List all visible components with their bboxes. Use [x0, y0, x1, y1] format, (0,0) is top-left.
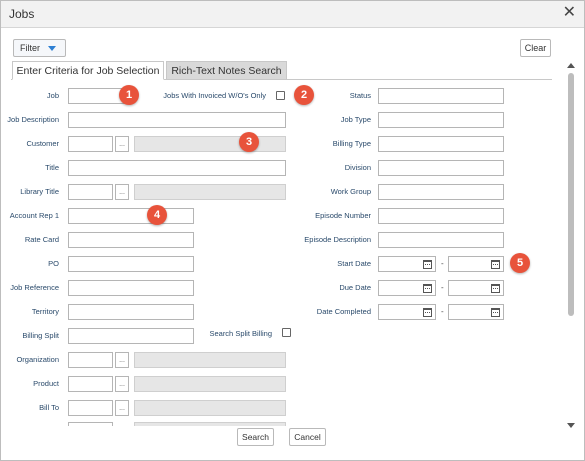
territory-label: Territory — [31, 307, 59, 316]
customer-browse-button[interactable]: ... — [115, 136, 129, 152]
date-completed-to-input[interactable] — [448, 304, 504, 320]
date-completed-label: Date Completed — [316, 307, 371, 316]
library-title-label: Library Title — [20, 187, 59, 196]
due-date-from-input[interactable] — [378, 280, 436, 296]
filter-button[interactable]: Filter — [13, 39, 66, 57]
episode-description-input[interactable] — [378, 232, 504, 248]
job-reference-input[interactable] — [68, 280, 194, 296]
due-date-to-input[interactable] — [448, 280, 504, 296]
customer-name-display — [134, 136, 286, 152]
po-input[interactable] — [68, 256, 194, 272]
date-range-separator: - — [441, 307, 444, 316]
next-row-input[interactable] — [68, 422, 113, 426]
rate-card-label: Rate Card — [24, 235, 59, 244]
organization-label: Organization — [16, 355, 59, 364]
library-title-display — [134, 184, 286, 200]
start-date-from-input[interactable] — [378, 256, 436, 272]
scroll-thumb[interactable] — [568, 73, 574, 316]
billing-split-input[interactable] — [68, 328, 194, 344]
library-title-input[interactable] — [68, 184, 113, 200]
next-row-display — [134, 422, 286, 426]
date-completed-from-input[interactable] — [378, 304, 436, 320]
rate-card-input[interactable] — [68, 232, 194, 248]
billing-split-label: Billing Split — [22, 331, 59, 340]
episode-description-label: Episode Description — [304, 235, 371, 244]
product-browse-button[interactable]: ... — [115, 376, 129, 392]
calendar-icon[interactable] — [491, 308, 500, 317]
billing-type-label: Billing Type — [332, 139, 371, 148]
organization-input[interactable] — [68, 352, 113, 368]
calendar-icon[interactable] — [423, 284, 432, 293]
product-label: Product — [33, 379, 59, 388]
due-date-label: Due Date — [339, 283, 371, 292]
cancel-button[interactable]: Cancel — [289, 428, 326, 446]
work-group-input[interactable] — [378, 184, 504, 200]
clear-button[interactable]: Clear — [520, 39, 551, 57]
job-description-input[interactable] — [68, 112, 286, 128]
callout-marker-3: 3 — [239, 132, 259, 152]
division-input[interactable] — [378, 160, 504, 176]
filter-label: Filter — [20, 43, 40, 53]
bill-to-label: Bill To — [39, 403, 59, 412]
product-input[interactable] — [68, 376, 113, 392]
calendar-icon[interactable] — [423, 308, 432, 317]
job-label: Job — [46, 91, 59, 100]
scroll-down-arrow-icon[interactable] — [567, 423, 575, 428]
customer-input[interactable] — [68, 136, 113, 152]
customer-label: Customer — [26, 139, 59, 148]
tab-rich-text-notes-search[interactable]: Rich-Text Notes Search — [166, 61, 287, 80]
callout-marker-4: 4 — [147, 205, 167, 225]
account-rep-label: Account Rep 1 — [9, 211, 59, 220]
vertical-scrollbar[interactable] — [567, 63, 575, 428]
job-type-label: Job Type — [340, 115, 371, 124]
start-date-label: Start Date — [337, 259, 371, 268]
division-label: Division — [344, 163, 371, 172]
calendar-icon[interactable] — [491, 260, 500, 269]
episode-number-label: Episode Number — [315, 211, 371, 220]
search-split-billing-label: Search Split Billing — [209, 329, 272, 338]
scroll-up-arrow-icon[interactable] — [567, 63, 575, 68]
work-group-label: Work Group — [330, 187, 371, 196]
job-reference-label: Job Reference — [10, 283, 59, 292]
search-button[interactable]: Search — [237, 428, 274, 446]
date-range-separator: - — [441, 259, 444, 268]
job-description-label: Job Description — [7, 115, 59, 124]
search-split-billing-checkbox[interactable] — [282, 328, 291, 337]
callout-marker-2: 2 — [294, 85, 314, 105]
title-label: Title — [45, 163, 59, 172]
date-range-separator: - — [441, 283, 444, 292]
window-title: Jobs — [9, 7, 35, 21]
close-icon[interactable]: ✕ — [563, 5, 576, 21]
calendar-icon[interactable] — [423, 260, 432, 269]
title-bar: Jobs ✕ — [1, 1, 584, 28]
territory-input[interactable] — [68, 304, 194, 320]
callout-marker-1: 1 — [119, 85, 139, 105]
tab-enter-criteria[interactable]: Enter Criteria for Job Selection — [12, 61, 164, 80]
bill-to-browse-button[interactable]: ... — [115, 400, 129, 416]
episode-number-input[interactable] — [378, 208, 504, 224]
billing-type-input[interactable] — [378, 136, 504, 152]
bill-to-display — [134, 400, 286, 416]
bill-to-input[interactable] — [68, 400, 113, 416]
status-label: Status — [349, 91, 371, 100]
chevron-down-icon — [48, 45, 56, 51]
calendar-icon[interactable] — [491, 284, 500, 293]
jobs-invoiced-label: Jobs With Invoiced W/O's Only — [163, 91, 266, 100]
start-date-to-input[interactable] — [448, 256, 504, 272]
jobs-dialog: Jobs ✕ Filter Clear Enter Criteria for J… — [0, 0, 585, 461]
account-rep-input[interactable] — [68, 208, 194, 224]
jobs-invoiced-checkbox[interactable] — [276, 91, 285, 100]
status-input[interactable] — [378, 88, 504, 104]
po-label: PO — [48, 259, 59, 268]
callout-marker-5: 5 — [510, 253, 530, 273]
organization-display — [134, 352, 286, 368]
organization-browse-button[interactable]: ... — [115, 352, 129, 368]
product-display — [134, 376, 286, 392]
title-input[interactable] — [68, 160, 286, 176]
library-title-browse-button[interactable]: ... — [115, 184, 129, 200]
job-type-input[interactable] — [378, 112, 504, 128]
